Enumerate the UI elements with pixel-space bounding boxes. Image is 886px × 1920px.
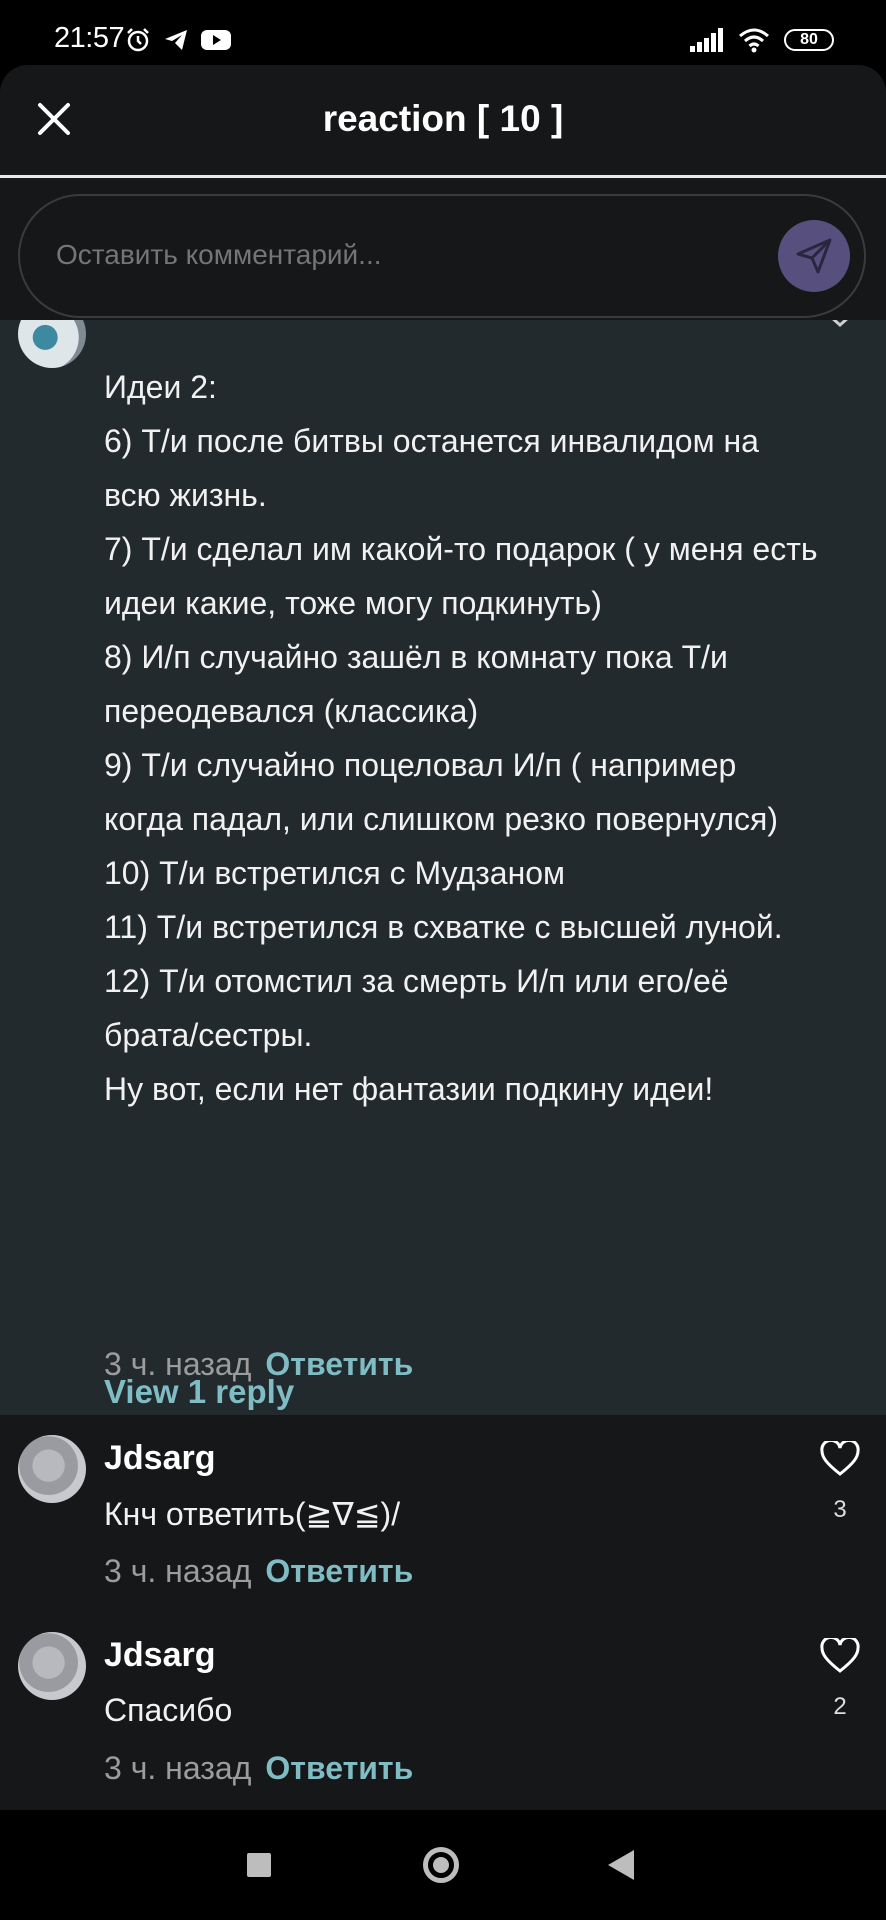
- system-nav-bar: [0, 1810, 886, 1920]
- reply-text: Спасибо: [104, 1692, 233, 1728]
- reply-username[interactable]: Jdsarg: [104, 1636, 216, 1675]
- reply-time: 3 ч. назад: [104, 1553, 252, 1589]
- highlighted-comment: Идеи 2: 6) Т/и после битвы останется инв…: [0, 300, 886, 1415]
- reply-button[interactable]: Ответить: [265, 1553, 413, 1589]
- avatar[interactable]: [18, 1632, 86, 1700]
- heart-icon: [820, 1438, 860, 1476]
- sheet-header: reaction [ 10 ]: [0, 65, 886, 175]
- reply-text: Кнч ответить(≧∇≦)/: [104, 1496, 401, 1532]
- telegram-icon: [165, 30, 187, 50]
- avatar[interactable]: [18, 1435, 86, 1503]
- view-replies-link[interactable]: View 1 reply: [104, 1373, 294, 1411]
- status-notification-icons: [124, 24, 232, 56]
- youtube-icon: [201, 30, 231, 50]
- like-button[interactable]: 3: [818, 1438, 862, 1524]
- reply-time: 3 ч. назад: [104, 1750, 252, 1786]
- wifi-icon: [739, 28, 769, 53]
- home-button[interactable]: [423, 1847, 459, 1883]
- status-system-icons: 80: [690, 24, 834, 56]
- send-button[interactable]: [778, 220, 850, 292]
- reply-username[interactable]: Jdsarg: [104, 1439, 216, 1478]
- battery-icon: 80: [784, 29, 834, 51]
- like-button[interactable]: 2: [818, 1635, 862, 1721]
- comment-composer: [18, 194, 866, 318]
- like-count: 2: [833, 1693, 847, 1720]
- reply-item: Jdsarg Кнч ответить(≧∇≦)/ 3 ч. назад Отве…: [0, 1435, 886, 1615]
- reply-meta: 3 ч. назад Ответить: [104, 1750, 413, 1787]
- page-title: reaction [ 10 ]: [322, 98, 564, 139]
- status-time: 21:57: [54, 22, 125, 54]
- comments-sheet: Идеи 2: 6) Т/и после битвы останется инв…: [0, 65, 886, 1810]
- alarm-icon: [127, 28, 149, 52]
- reply-button[interactable]: Ответить: [265, 1750, 413, 1786]
- reply-item: Jdsarg Спасибо 3 ч. назад Ответить 2: [0, 1632, 886, 1810]
- back-button[interactable]: [608, 1850, 634, 1880]
- signal-icon: [690, 28, 723, 52]
- send-icon: [796, 238, 832, 274]
- composer-area: [0, 178, 886, 320]
- like-count: 3: [833, 1496, 847, 1523]
- heart-icon: [820, 1635, 860, 1673]
- recents-button[interactable]: [247, 1853, 271, 1877]
- reply-meta: 3 ч. назад Ответить: [104, 1553, 413, 1590]
- comment-text: Идеи 2: 6) Т/и после битвы останется инв…: [104, 369, 818, 1107]
- comment-input[interactable]: [54, 238, 698, 272]
